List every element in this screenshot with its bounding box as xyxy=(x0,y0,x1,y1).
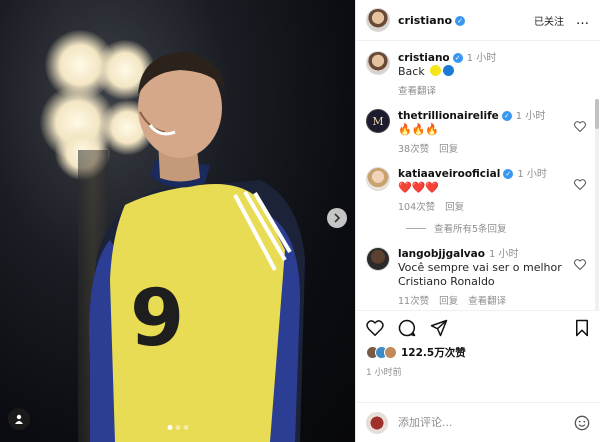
next-slide-button[interactable] xyxy=(327,208,347,228)
like-count[interactable]: 104次赞 xyxy=(398,202,435,213)
more-icon[interactable]: … xyxy=(576,13,590,28)
heart-icon[interactable] xyxy=(574,259,586,270)
view-replies-button[interactable]: 查看所有5条回复 xyxy=(406,221,590,235)
avatar[interactable] xyxy=(366,51,390,75)
comment-time: 1 小时 xyxy=(488,249,519,260)
like-count[interactable]: 38次赞 xyxy=(398,144,429,155)
likes-count[interactable]: 122.5万次赞 xyxy=(401,345,466,360)
jersey-number: 9 xyxy=(130,274,184,364)
heart-icon[interactable] xyxy=(574,179,586,190)
add-comment-bar xyxy=(356,402,600,442)
post-header: cristiano ✓ 已关注 … xyxy=(356,0,600,41)
comment-input[interactable] xyxy=(398,416,574,429)
share-icon[interactable] xyxy=(430,319,448,337)
viewer-avatar xyxy=(366,411,388,434)
author-name[interactable]: cristiano ✓ xyxy=(398,14,466,27)
carousel-dot xyxy=(183,425,188,430)
carousel-dot xyxy=(175,425,180,430)
translate-link[interactable]: 查看翻译 xyxy=(468,296,506,307)
like-count[interactable]: 11次赞 xyxy=(398,296,429,307)
likes-summary[interactable]: 122.5万次赞 xyxy=(366,345,590,360)
user-tag-icon xyxy=(15,414,23,424)
action-bar: 122.5万次赞 1 小时前 xyxy=(356,310,600,402)
posted-time: 1 小时前 xyxy=(366,368,402,378)
reply-button[interactable]: 回复 xyxy=(439,144,458,155)
comment-item: M thetrillionairelife ✓ 1 小时 🔥🔥🔥 38次赞 回复 xyxy=(366,109,590,155)
comment-text: Você sempre vai ser o melhor Cristiano R… xyxy=(398,261,562,288)
comment-user[interactable]: katiaaveirooficial xyxy=(398,168,500,180)
verified-icon: ✓ xyxy=(501,111,512,121)
avatar[interactable]: M xyxy=(366,109,390,133)
comment-text: ❤️❤️❤️ xyxy=(398,181,440,194)
chevron-right-icon xyxy=(334,213,341,223)
follow-button[interactable]: 已关注 xyxy=(534,13,564,28)
carousel-dots xyxy=(167,425,188,430)
comment-item: langobjjgalvao 1 小时 Você sempre vai ser o… xyxy=(366,247,590,307)
heart-icon[interactable] xyxy=(574,121,586,132)
comment-text: 🔥🔥🔥 xyxy=(398,123,440,136)
comment-text: Back xyxy=(398,65,425,78)
caption: cristiano ✓ 1 小时 Back 查看翻译 xyxy=(366,51,590,97)
author-avatar[interactable] xyxy=(366,8,390,32)
liker-avatar xyxy=(384,346,397,359)
reply-button[interactable]: 回复 xyxy=(445,202,464,213)
user-tag-button[interactable] xyxy=(8,408,30,430)
reply-button[interactable]: 回复 xyxy=(439,296,458,307)
comment-item: katiaaveirooficial ✓ 1 小时 ❤️❤️❤️ 104次赞 回复 xyxy=(366,167,590,213)
comment-user[interactable]: thetrillionairelife xyxy=(398,110,499,122)
blue-circle-icon xyxy=(442,65,454,76)
comment-user[interactable]: langobjjgalvao xyxy=(398,248,485,260)
avatar[interactable] xyxy=(366,247,390,271)
verified-icon: ✓ xyxy=(503,169,514,179)
like-heart-icon[interactable] xyxy=(366,320,384,336)
avatar[interactable] xyxy=(366,167,390,191)
comment-icon[interactable] xyxy=(398,319,416,337)
athlete-figure: 9 xyxy=(89,52,305,442)
comment-time: 1 小时 xyxy=(515,111,546,122)
post-sidebar: cristiano ✓ 已关注 … cristiano ✓ 1 小时 Back 查看翻… xyxy=(355,0,600,442)
translate-link[interactable]: 查看翻译 xyxy=(398,86,436,97)
comment-user[interactable]: cristiano xyxy=(398,52,450,64)
post-modal: 9 cristiano ✓ 已关注 … cristiano ✓ 1 小时 Bac… xyxy=(0,0,600,442)
bookmark-icon[interactable] xyxy=(574,319,590,337)
post-photo[interactable]: 9 xyxy=(0,0,355,442)
scrollbar-thumb[interactable] xyxy=(595,99,599,129)
comment-time: 1 小时 xyxy=(517,169,547,180)
yellow-circle-icon xyxy=(429,65,441,76)
scrollbar[interactable] xyxy=(595,99,599,310)
verified-icon: ✓ xyxy=(452,53,463,63)
carousel-dot xyxy=(167,425,172,430)
verified-icon: ✓ xyxy=(455,15,466,26)
emoji-icon[interactable] xyxy=(574,415,590,431)
comments-list[interactable]: cristiano ✓ 1 小时 Back 查看翻译 M thetrillionai… xyxy=(356,41,600,310)
comment-time: 1 小时 xyxy=(466,53,497,64)
